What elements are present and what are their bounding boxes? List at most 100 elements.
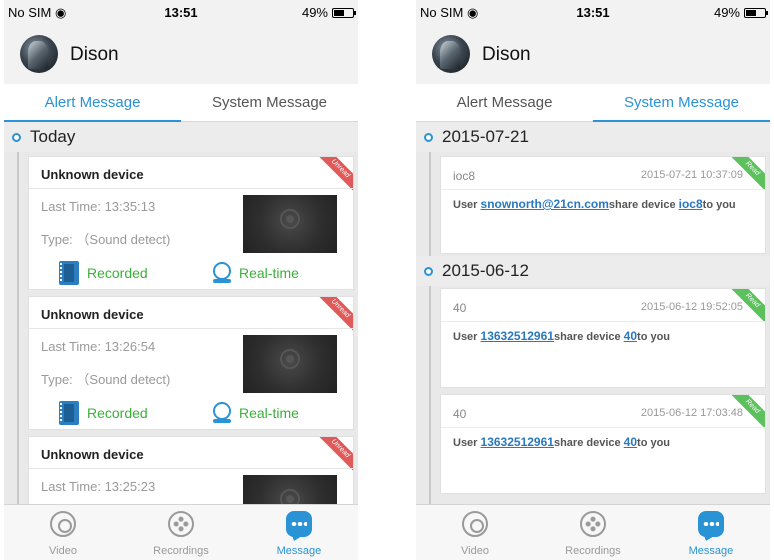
realtime-label: Real-time [239,265,299,281]
realtime-camera-icon [211,402,231,424]
message-prefix: User [453,331,481,343]
device-name: Unknown device [41,167,144,182]
alert-card[interactable]: Unread Unknown device Last Time: 13:35:1… [28,156,354,290]
message-middle: share device [553,331,624,343]
device-name: ioc8 [453,169,476,183]
divider [29,468,353,469]
message-text: User snownorth@21cn.comshare device ioc8… [453,197,736,211]
tab-recordings[interactable]: Recordings [122,505,240,560]
device-name: 40 [453,301,467,315]
profile-header: Dison [4,30,358,80]
camera-icon [280,349,300,369]
tab-message[interactable]: Message [652,505,770,560]
tab-video-label: Video [49,545,77,557]
tab-message[interactable]: Message [240,505,358,560]
realtime-button[interactable]: Real-time [211,257,299,289]
battery-icon [744,7,768,18]
recorded-label: Recorded [87,405,148,421]
timeline-dot-icon [424,133,433,142]
day-label: 2015-06-12 [442,261,529,280]
battery-status: 49% [713,5,768,20]
message-tabs: Alert Message System Message [416,84,770,122]
day-header: Today [4,122,358,152]
snapshot-thumbnail[interactable] [243,335,337,393]
battery-percent: 49% [301,5,328,20]
device-name: Unknown device [41,307,144,322]
message-text: User 13632512961share device 40to you [453,435,670,449]
day-label: 2015-07-21 [442,127,529,146]
tab-alert-message[interactable]: Alert Message [4,84,181,122]
realtime-camera-icon [211,262,231,284]
recordings-icon [579,511,606,537]
tab-video[interactable]: Video [416,505,534,560]
divider [441,189,765,190]
phone-alert-screen: No SIM ◉ 13:51 49% Dison Alert Message S… [4,0,358,560]
system-message-card[interactable]: Read ioc8 2015-07-21 10:37:09 User snown… [440,156,766,254]
snapshot-thumbnail[interactable] [243,195,337,253]
message-suffix: to you [637,437,671,449]
timeline-line [429,150,431,504]
recordings-icon [167,511,194,537]
bottom-tab-bar: Video Recordings Message [416,504,770,560]
day-label: Today [30,127,76,146]
battery-icon [332,7,356,18]
user-link[interactable]: snownorth@21cn.com [481,197,609,211]
avatar[interactable] [432,35,470,73]
message-text: User 13632512961share device 40to you [453,329,670,343]
message-suffix: to you [637,331,671,343]
battery-status: 49% [301,5,356,20]
user-link[interactable]: 13632512961 [481,329,554,343]
tab-recordings-label: Recordings [153,545,209,557]
film-icon [59,401,79,425]
message-prefix: User [453,199,481,211]
message-icon [285,511,312,537]
realtime-label: Real-time [239,405,299,421]
video-icon [49,511,76,537]
system-message-card[interactable]: Read 40 2015-06-12 17:03:48 User 1363251… [440,394,766,494]
bottom-tab-bar: Video Recordings Message [4,504,358,560]
message-timestamp: 2015-06-12 17:03:48 [640,407,743,419]
device-name: Unknown device [41,447,144,462]
status-bar: No SIM ◉ 13:51 49% [4,0,358,22]
username: Dison [70,44,119,65]
recorded-button[interactable]: Recorded [59,397,148,429]
alert-type: Type: （Sound detect) [41,372,171,387]
message-prefix: User [453,437,481,449]
tab-alert-message[interactable]: Alert Message [416,84,593,122]
message-tabs: Alert Message System Message [4,84,358,122]
avatar[interactable] [20,35,58,73]
divider [441,427,765,428]
message-icon [697,511,724,537]
video-icon [461,511,488,537]
camera-icon [280,209,300,229]
status-bar: No SIM ◉ 13:51 49% [416,0,770,22]
last-time: Last Time: 13:26:54 [41,339,156,354]
film-icon [59,261,79,285]
recorded-button[interactable]: Recorded [59,257,148,289]
divider [29,188,353,189]
realtime-button[interactable]: Real-time [211,397,299,429]
system-list[interactable]: 2015-07-21 Read ioc8 2015-07-21 10:37:09… [416,122,770,504]
device-link[interactable]: 40 [624,435,637,449]
tab-video[interactable]: Video [4,505,122,560]
user-link[interactable]: 13632512961 [481,435,554,449]
device-link[interactable]: ioc8 [679,197,703,211]
snapshot-thumbnail[interactable] [243,475,337,504]
tab-recordings[interactable]: Recordings [534,505,652,560]
message-middle: share device [553,437,624,449]
username: Dison [482,44,531,65]
alert-list[interactable]: Today Unread Unknown device Last Time: 1… [4,122,358,504]
tab-system-message[interactable]: System Message [593,84,770,122]
timeline-line [17,150,19,504]
alert-card[interactable]: Unread Unknown device Last Time: 13:25:2… [28,436,354,504]
system-message-card[interactable]: Read 40 2015-06-12 19:52:05 User 1363251… [440,288,766,388]
camera-icon [280,489,300,504]
device-link[interactable]: 40 [624,329,637,343]
tab-system-message[interactable]: System Message [181,84,358,122]
battery-percent: 49% [713,5,740,20]
message-timestamp: 2015-06-12 19:52:05 [640,301,743,313]
alert-card[interactable]: Unread Unknown device Last Time: 13:26:5… [28,296,354,430]
tab-recordings-label: Recordings [565,545,621,557]
day-header: 2015-07-21 [416,122,770,152]
alert-actions: Recorded Real-time [29,397,353,429]
